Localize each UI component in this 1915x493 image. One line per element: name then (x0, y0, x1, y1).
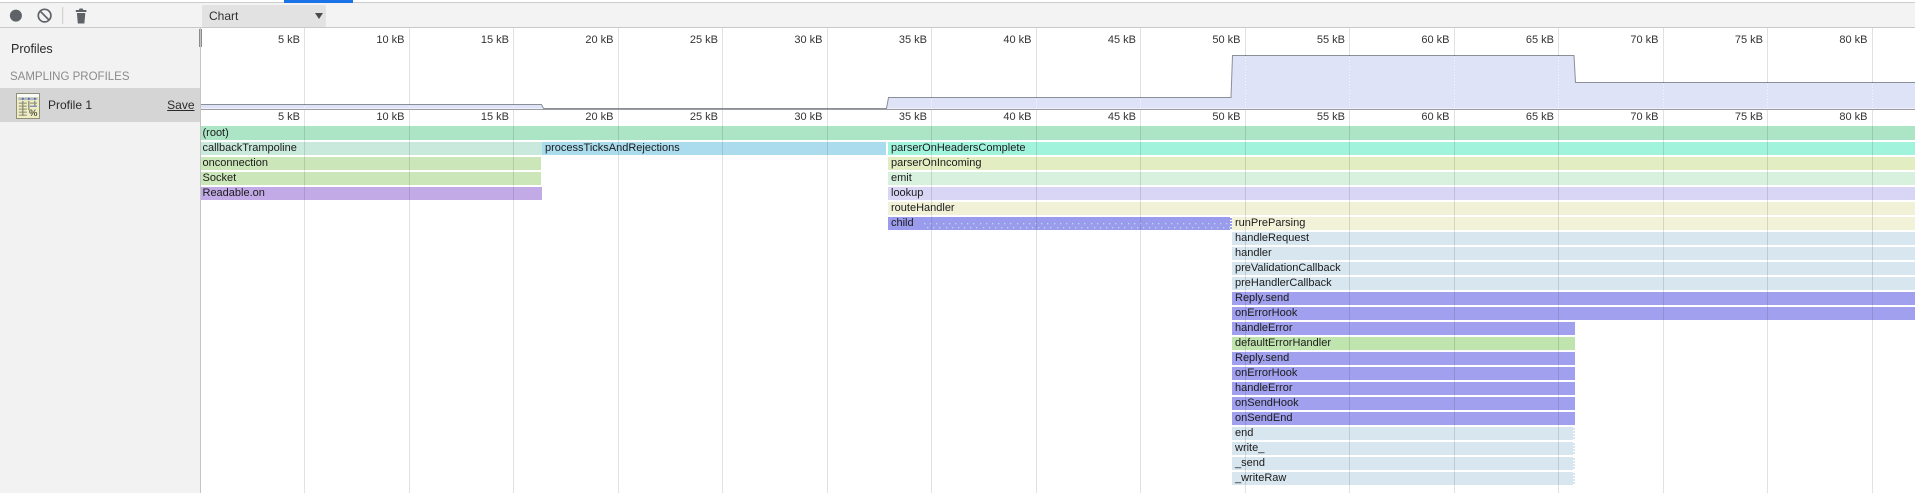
svg-text:%: % (29, 108, 38, 119)
